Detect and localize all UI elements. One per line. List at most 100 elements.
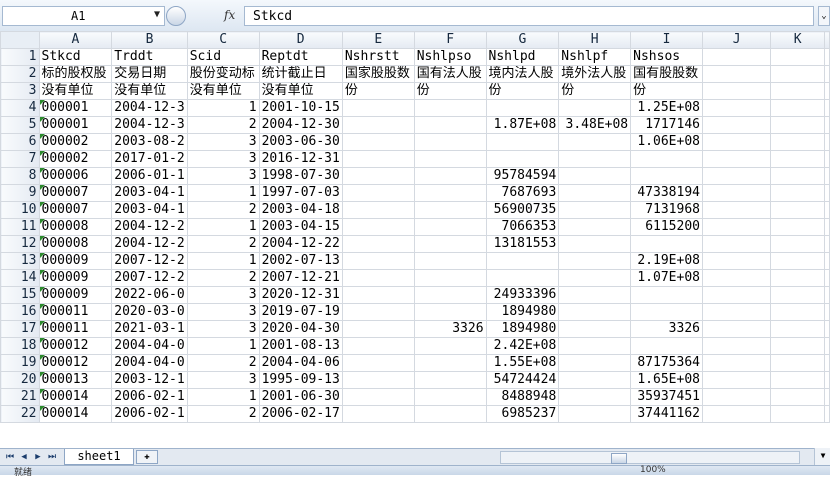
cell-J[interactable]	[701, 167, 772, 185]
cell-E[interactable]	[341, 354, 415, 372]
cell-B[interactable]: 2022-06-0	[111, 286, 188, 304]
name-box[interactable]: A1 ▼	[2, 6, 165, 26]
cell-H[interactable]	[558, 235, 632, 253]
cell-I[interactable]: Nshsos	[630, 48, 703, 66]
cell-A[interactable]: Stkcd	[38, 48, 113, 66]
cell-D[interactable]: 2001-10-15	[258, 99, 343, 117]
cell-partial[interactable]	[824, 405, 830, 423]
horizontal-scrollbar[interactable]	[500, 451, 800, 464]
cell-G[interactable]: 6985237	[485, 405, 560, 423]
row-header[interactable]: 18	[0, 337, 40, 355]
cell-C[interactable]: 1	[186, 337, 260, 355]
cell-D[interactable]: 2004-04-06	[258, 354, 343, 372]
cell-C[interactable]: 股份变动标	[186, 65, 260, 83]
cell-D[interactable]: 2003-04-18	[258, 201, 343, 219]
cell-C[interactable]: 3	[186, 286, 260, 304]
cell-A[interactable]: 000001	[38, 116, 113, 134]
cell-I[interactable]	[630, 167, 703, 185]
cell-B[interactable]: 2020-03-0	[111, 303, 188, 321]
cell-D[interactable]: 没有单位	[258, 82, 343, 100]
cell-I[interactable]: 37441162	[630, 405, 703, 423]
cell-partial[interactable]	[824, 201, 830, 219]
column-header[interactable]: H	[558, 31, 632, 49]
cell-J[interactable]	[701, 133, 772, 151]
cell-B[interactable]: 2003-12-1	[111, 371, 188, 389]
cell-F[interactable]	[413, 133, 487, 151]
cell-C[interactable]: 2	[186, 235, 260, 253]
cell-K[interactable]	[770, 184, 825, 202]
cell-D[interactable]: 2001-06-30	[258, 388, 343, 406]
cell-H[interactable]	[558, 167, 632, 185]
cell-partial[interactable]	[824, 116, 830, 134]
cell-G[interactable]: 13181553	[485, 235, 560, 253]
cell-C[interactable]: 1	[186, 218, 260, 236]
cell-K[interactable]	[770, 371, 825, 389]
cell-J[interactable]	[701, 235, 772, 253]
cell-J[interactable]	[701, 303, 772, 321]
cell-A[interactable]: 000013	[38, 371, 113, 389]
cell-B[interactable]: 2004-12-2	[111, 235, 188, 253]
cell-partial[interactable]	[824, 337, 830, 355]
column-header[interactable]: J	[701, 31, 772, 49]
cell-E[interactable]	[341, 337, 415, 355]
row-header[interactable]: 22	[0, 405, 40, 423]
cell-G[interactable]: 7066353	[485, 218, 560, 236]
cell-D[interactable]: 2006-02-17	[258, 405, 343, 423]
cell-C[interactable]: Scid	[186, 48, 260, 66]
cell-I[interactable]: 87175364	[630, 354, 703, 372]
cell-E[interactable]	[341, 269, 415, 287]
cell-E[interactable]: 份	[341, 82, 415, 100]
formula-input[interactable]: Stkcd	[244, 6, 814, 26]
row-header[interactable]: 15	[0, 286, 40, 304]
cell-A[interactable]: 000011	[38, 320, 113, 338]
cell-E[interactable]	[341, 116, 415, 134]
cell-D[interactable]: 2003-04-15	[258, 218, 343, 236]
row-header[interactable]: 9	[0, 184, 40, 202]
cell-G[interactable]: 份	[485, 82, 560, 100]
cell-partial[interactable]	[824, 252, 830, 270]
cell-E[interactable]	[341, 303, 415, 321]
cell-A[interactable]: 没有单位	[38, 82, 113, 100]
cell-J[interactable]	[701, 116, 772, 134]
cell-F[interactable]	[413, 337, 487, 355]
cell-A[interactable]: 000009	[38, 269, 113, 287]
cell-partial[interactable]	[824, 167, 830, 185]
cell-H[interactable]	[558, 133, 632, 151]
row-header[interactable]: 1	[0, 48, 40, 66]
cell-B[interactable]: 2004-04-0	[111, 354, 188, 372]
cell-F[interactable]	[413, 354, 487, 372]
cell-B[interactable]: 2017-01-2	[111, 150, 188, 168]
cell-B[interactable]: 2004-12-2	[111, 218, 188, 236]
cell-E[interactable]	[341, 133, 415, 151]
row-header[interactable]: 16	[0, 303, 40, 321]
cell-F[interactable]	[413, 269, 487, 287]
cell-I[interactable]: 1717146	[630, 116, 703, 134]
cell-J[interactable]	[701, 337, 772, 355]
row-header[interactable]: 8	[0, 167, 40, 185]
cell-J[interactable]	[701, 286, 772, 304]
cell-K[interactable]	[770, 167, 825, 185]
cell-partial[interactable]	[824, 388, 830, 406]
cell-D[interactable]: 2001-08-13	[258, 337, 343, 355]
cell-B[interactable]: 2006-02-1	[111, 405, 188, 423]
cell-F[interactable]	[413, 235, 487, 253]
cell-D[interactable]: 2020-04-30	[258, 320, 343, 338]
cell-E[interactable]	[341, 388, 415, 406]
cell-K[interactable]	[770, 337, 825, 355]
cell-G[interactable]: 24933396	[485, 286, 560, 304]
cell-D[interactable]: 2020-12-31	[258, 286, 343, 304]
row-header[interactable]: 17	[0, 320, 40, 338]
cell-partial[interactable]	[824, 133, 830, 151]
cell-A[interactable]: 000001	[38, 99, 113, 117]
cell-H[interactable]	[558, 201, 632, 219]
cell-I[interactable]: 2.19E+08	[630, 252, 703, 270]
cell-G[interactable]	[485, 269, 560, 287]
cell-K[interactable]	[770, 218, 825, 236]
cell-G[interactable]: Nshlpd	[485, 48, 560, 66]
cell-J[interactable]	[701, 405, 772, 423]
cell-H[interactable]: Nshlpf	[558, 48, 632, 66]
cell-E[interactable]	[341, 99, 415, 117]
cell-partial[interactable]	[824, 235, 830, 253]
row-header[interactable]: 11	[0, 218, 40, 236]
cell-H[interactable]	[558, 218, 632, 236]
